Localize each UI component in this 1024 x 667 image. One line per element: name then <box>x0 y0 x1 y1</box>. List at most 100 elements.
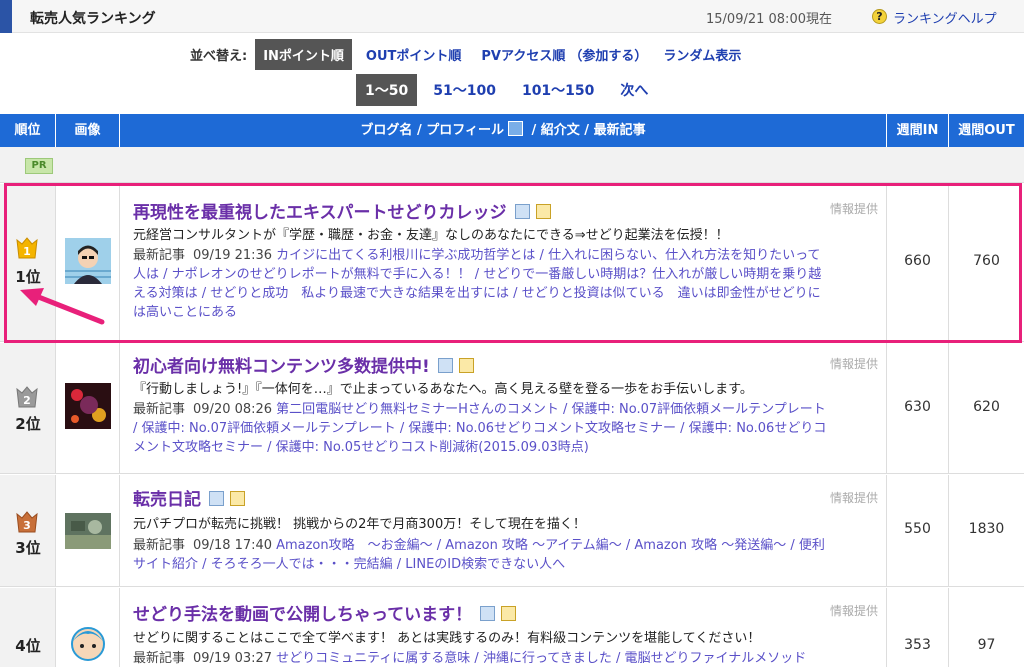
profile-icon[interactable] <box>480 606 496 621</box>
pr-badge[interactable]: PR <box>25 158 53 174</box>
recent-date: 09/20 08:26 <box>193 402 273 417</box>
favorite-icon[interactable] <box>458 358 474 373</box>
recent-article-link[interactable]: Amazon攻略 ～お金編～ / Amazon 攻略 ～アイテム編～ / Ama… <box>276 538 825 553</box>
weekly-out-cell: 97 <box>949 588 1024 667</box>
thumbnail-image[interactable] <box>65 513 111 549</box>
recent-article-link[interactable]: カイジに出てくる利根川に学ぶ成功哲学とは / 仕入れに困らない、仕入れ方法を知り… <box>276 248 820 263</box>
weekly-in-cell: 550 <box>887 475 949 586</box>
page-header: 転売人気ランキング 15/09/21 08:00現在 ? ランキングヘルプ <box>0 0 1024 33</box>
col-blog-label: ブログ名 / プロフィール <box>360 123 504 138</box>
avatar[interactable] <box>65 383 111 429</box>
table-row: 1 1位 再現性を最重視したエキスパートせどりカレッジ 情報提供 元経営コンサル… <box>0 184 1024 342</box>
avatar[interactable] <box>65 620 111 666</box>
blog-cell: 再現性を最重視したエキスパートせどりカレッジ 情報提供 元経営コンサルタントが『… <box>120 184 887 341</box>
blog-title-link[interactable]: 初心者向け無料コンテンツ多数提供中! <box>133 352 474 377</box>
weekly-out-value: 97 <box>977 637 996 653</box>
rank-cell: 2 2位 <box>0 343 56 473</box>
ranking-table-header: 順位 画像 ブログ名 / プロフィール / 紹介文 / 最新記事 週間IN 週間… <box>0 114 1024 147</box>
recent-article-link[interactable]: サイト紹介 / そろそろ一人では・・・完結編 / LINEのID検索できない人へ <box>133 557 565 572</box>
blog-cell: 初心者向け無料コンテンツ多数提供中! 情報提供 『行動しましょう!』『一体何を…… <box>120 343 887 473</box>
recent-label: 最新記事 <box>133 402 186 417</box>
rank-label: 3位 <box>15 539 41 557</box>
recent-article-link[interactable]: メント文攻略セミナー / 保護中: No.05せどりコスト削減術(2015.09… <box>133 440 589 455</box>
weekly-in-value: 660 <box>904 253 931 269</box>
weekly-in-value: 550 <box>904 521 931 537</box>
recent-article-link[interactable]: せどりコミュニティに属する意味 / 沖縄に行ってきました / 電脳せどりファイナ… <box>276 651 806 666</box>
rank-1-medal-icon: 1 <box>16 237 38 259</box>
blog-cell: 転売日記 情報提供 元パチプロが転売に挑戦！ 挑戦からの2年で月商300万！そし… <box>120 475 887 586</box>
rank-label: 4位 <box>15 637 41 655</box>
blog-title-link[interactable]: せどり手法を動画で公開しちゃっています！ <box>133 600 517 625</box>
blog-description: 元パチプロが転売に挑戦！ 挑戦からの2年で月商300万！そして現在を描く！ <box>133 517 586 532</box>
sort-label: 並べ替え: <box>190 48 248 64</box>
table-row: 4位 せどり手法を動画で公開しちゃっています！ 情報提供 せどりに関することはこ… <box>0 588 1024 667</box>
rank-2-medal-icon: 2 <box>16 386 38 408</box>
info-provider[interactable]: 情報提供 <box>830 355 878 372</box>
recent-article-link[interactable]: える対策は / せどりと成功 私より最速で大きな結果を出すには / せどりと投資… <box>133 286 821 301</box>
favorite-icon[interactable] <box>535 204 551 219</box>
weekly-out-cell: 1830 <box>949 475 1024 586</box>
info-provider[interactable]: 情報提供 <box>830 200 878 217</box>
recent-label: 最新記事 <box>133 538 186 553</box>
page-101-150[interactable]: 101〜150 <box>522 80 594 100</box>
favorite-icon[interactable] <box>230 491 245 506</box>
recent-article-link[interactable]: は高いことにある <box>133 305 237 320</box>
svg-text:3: 3 <box>23 519 31 532</box>
favorite-icon[interactable] <box>501 606 517 621</box>
profile-icon[interactable] <box>437 358 453 373</box>
sort-pv-access[interactable]: PVアクセス順 <box>481 45 565 64</box>
sort-random[interactable]: ランダム表示 <box>663 45 741 64</box>
avatar[interactable] <box>65 238 111 284</box>
rank-label: 2位 <box>15 415 41 433</box>
recent-date: 09/19 21:36 <box>193 248 273 263</box>
image-cell <box>56 343 120 473</box>
info-provider[interactable]: 情報提供 <box>830 602 878 619</box>
sort-out-points[interactable]: OUTポイント順 <box>366 45 461 64</box>
col-blog-label-rest: / 紹介文 / 最新記事 <box>526 123 646 138</box>
col-weekly-in: 週間IN <box>887 114 949 147</box>
blog-title-text: 再現性を最重視したエキスパートせどりカレッジ <box>133 203 507 223</box>
recent-article-link[interactable]: 第二回電脳せどり無料セミナーHさんのコメント / 保護中: No.07評価依頼メ… <box>276 402 826 417</box>
col-weekly-out: 週間OUT <box>958 123 1015 138</box>
sort-bar: 並べ替え: INポイント順 OUTポイント順 PVアクセス順 （参加する） ラン… <box>190 38 761 70</box>
help-icon[interactable]: ? <box>872 9 887 24</box>
col-blog: ブログ名 / プロフィール / 紹介文 / 最新記事 <box>120 114 887 147</box>
blog-cell: せどり手法を動画で公開しちゃっています！ 情報提供 せどりに関することはここで全… <box>120 588 887 667</box>
recent-article-link[interactable]: 人は / ナポレオンのせどりレポートが無料で手に入る！！ / せどりで一番厳しい… <box>133 267 821 282</box>
info-provider[interactable]: 情報提供 <box>830 489 878 506</box>
weekly-out-value: 760 <box>973 253 1000 269</box>
page-1-50[interactable]: 1〜50 <box>356 74 418 106</box>
sort-in-points[interactable]: INポイント順 <box>255 38 352 70</box>
ranking-help-link[interactable]: ランキングヘルプ <box>893 8 997 27</box>
pagination: 1〜50 51〜100 101〜150 次へ <box>356 74 674 106</box>
svg-text:2: 2 <box>23 394 31 407</box>
page-title: 転売人気ランキング <box>30 11 156 27</box>
rank-cell: 3 3位 <box>0 475 56 586</box>
blog-description: 『行動しましょう!』『一体何を…』で止まっているあなたへ。高く見える壁を登る一歩… <box>133 382 753 397</box>
recent-article-link[interactable]: / 保護中: No.07評価依頼メールテンプレート / 保護中: No.06せど… <box>133 421 826 436</box>
recent-articles: 最新記事 09/19 03:27 せどりコミュニティに属する意味 / 沖縄に行ってき… <box>133 649 881 667</box>
page-51-100[interactable]: 51〜100 <box>433 80 496 100</box>
blog-description: せどりに関することはここで全て学べます！ あとは実践するのみ！有料級コンテンツを… <box>133 631 761 646</box>
blog-title-link[interactable]: 転売日記 <box>133 485 245 510</box>
page-next[interactable]: 次へ <box>620 80 648 100</box>
recent-label: 最新記事 <box>133 248 186 263</box>
image-cell <box>56 475 120 586</box>
join-link[interactable]: （参加する） <box>569 45 647 64</box>
image-cell <box>56 588 120 667</box>
blog-title-text: せどり手法を動画で公開しちゃっています！ <box>133 605 473 625</box>
update-timestamp: 15/09/21 08:00現在 <box>706 12 832 27</box>
weekly-in-cell: 353 <box>887 588 949 667</box>
weekly-out-cell: 620 <box>949 343 1024 473</box>
blog-title-text: 初心者向け無料コンテンツ多数提供中! <box>133 357 430 377</box>
recent-date: 09/19 03:27 <box>193 651 273 666</box>
weekly-out-value: 1830 <box>968 521 1005 537</box>
recent-date: 09/18 17:40 <box>193 538 273 553</box>
profile-icon[interactable] <box>514 204 530 219</box>
recent-articles: 最新記事 09/18 17:40 Amazon攻略 ～お金編～ / Amazon 攻… <box>133 536 881 574</box>
profile-icon[interactable] <box>209 491 224 506</box>
recent-articles: 最新記事 09/19 21:36 カイジに出てくる利根川に学ぶ成功哲学とは / 仕入… <box>133 246 881 322</box>
blog-title-link[interactable]: 再現性を最重視したエキスパートせどりカレッジ <box>133 198 551 223</box>
weekly-in-value: 353 <box>904 637 931 653</box>
weekly-in-cell: 630 <box>887 343 949 473</box>
